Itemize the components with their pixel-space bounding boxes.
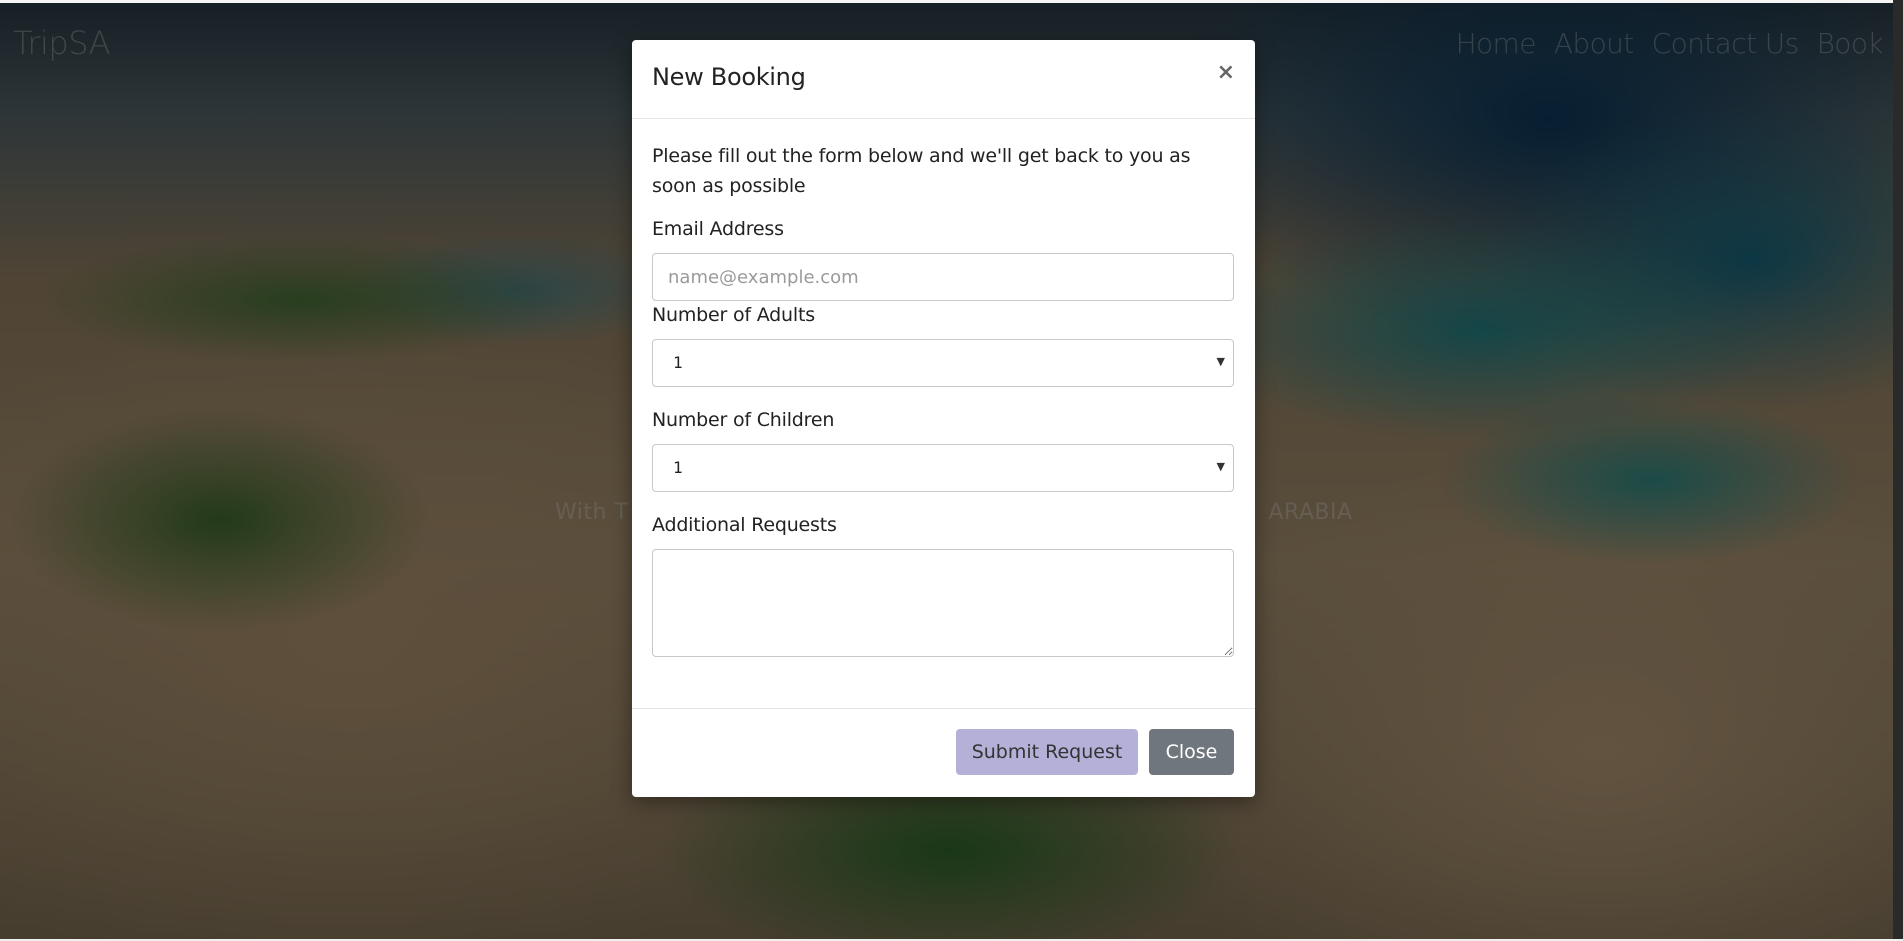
scrollbar-track[interactable] bbox=[1893, 0, 1903, 941]
requests-textarea[interactable] bbox=[652, 549, 1234, 657]
submit-request-button[interactable]: Submit Request bbox=[956, 729, 1138, 775]
close-button[interactable]: Close bbox=[1149, 729, 1234, 775]
adults-label: Number of Adults bbox=[652, 304, 815, 326]
page: TripSA Home About Contact Us Book With T… bbox=[0, 0, 1903, 941]
chevron-down-icon: ▼ bbox=[1216, 460, 1225, 473]
adults-select[interactable]: 1 ▼ bbox=[652, 339, 1234, 387]
children-select[interactable]: 1 ▼ bbox=[652, 444, 1234, 492]
children-select-value: 1 bbox=[673, 458, 683, 477]
window-top-edge bbox=[0, 0, 1903, 3]
children-label: Number of Children bbox=[652, 409, 835, 431]
modal-header: New Booking × bbox=[632, 40, 1255, 119]
email-label: Email Address bbox=[652, 218, 784, 240]
chevron-down-icon: ▼ bbox=[1216, 355, 1225, 368]
email-field[interactable] bbox=[652, 253, 1234, 301]
close-icon[interactable]: × bbox=[1217, 62, 1235, 84]
adults-select-value: 1 bbox=[673, 353, 683, 372]
requests-label: Additional Requests bbox=[652, 514, 837, 536]
booking-modal: New Booking × Please fill out the form b… bbox=[632, 40, 1255, 797]
modal-footer: Submit Request Close bbox=[632, 708, 1255, 797]
modal-title: New Booking bbox=[652, 63, 806, 91]
modal-body: Please fill out the form below and we'll… bbox=[632, 119, 1255, 657]
form-intro-text: Please fill out the form below and we'll… bbox=[652, 145, 1191, 197]
